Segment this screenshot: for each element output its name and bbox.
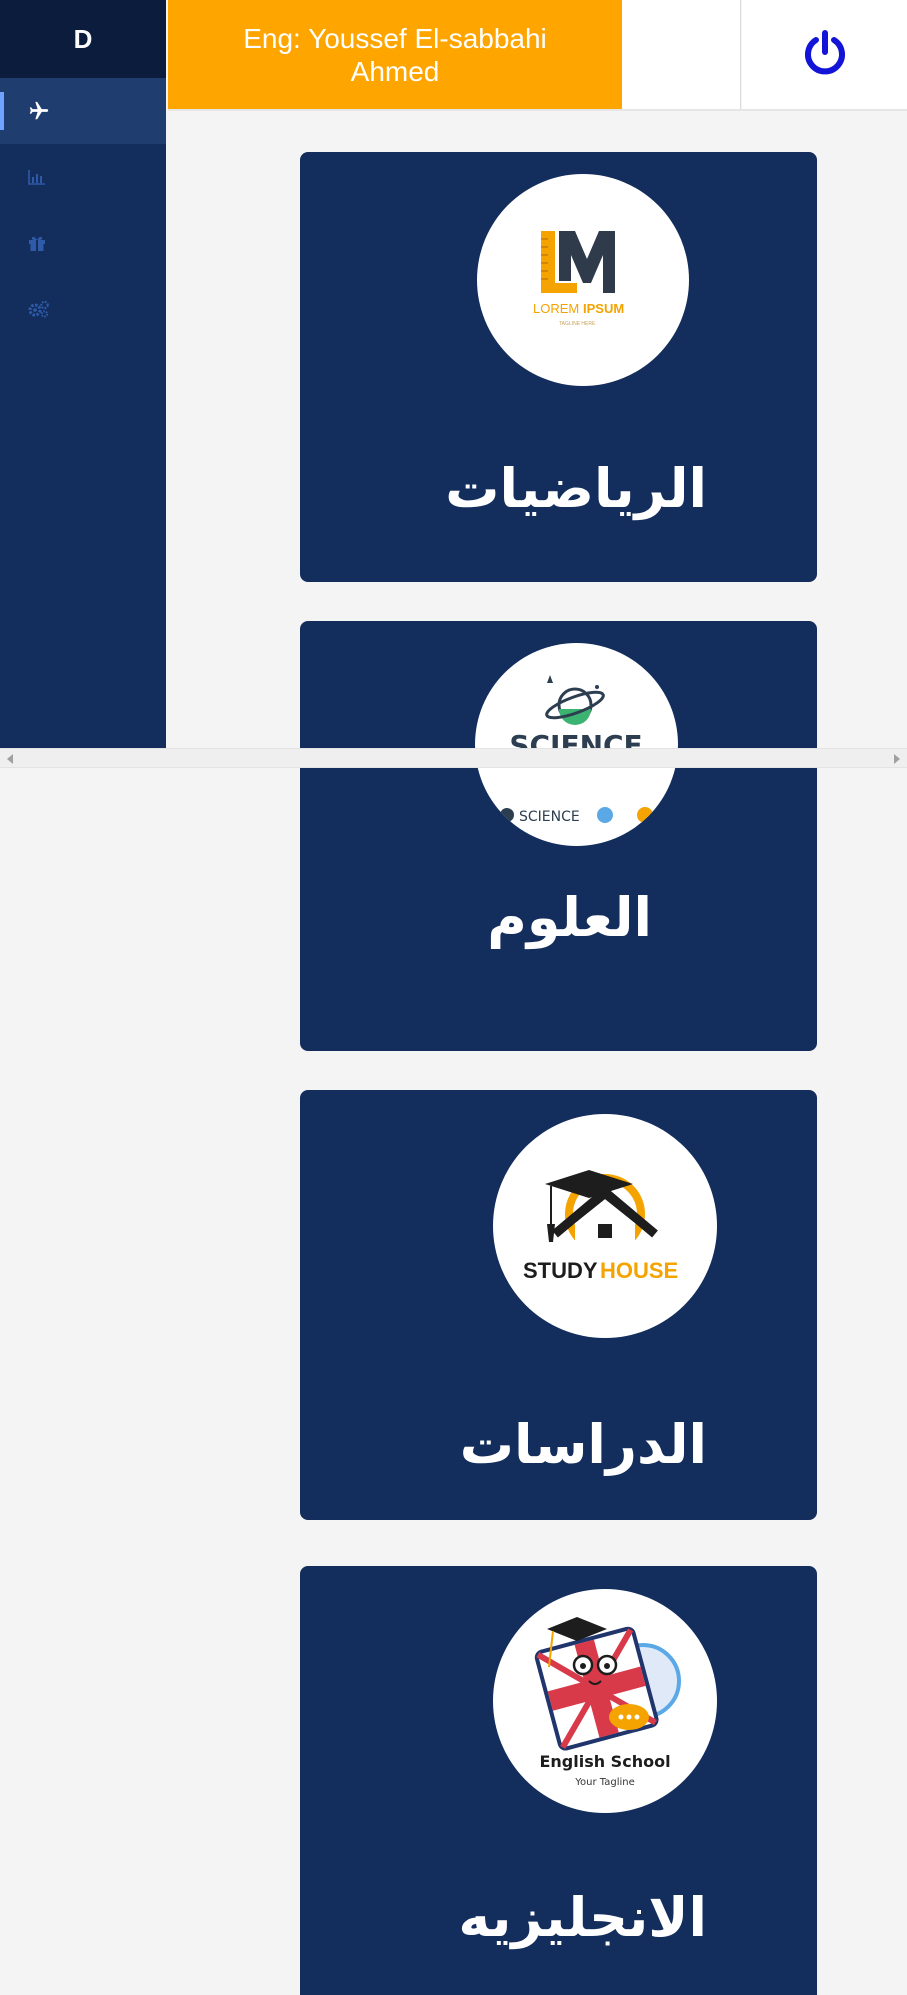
subject-card-studies[interactable]: STUDY HOUSE الدراسات <box>300 1090 817 1520</box>
plane-icon <box>28 100 50 122</box>
header-divider <box>168 109 907 111</box>
subject-card-science[interactable]: SCIENCE SCIENCE العلوم <box>300 621 817 1051</box>
sidebar-brand[interactable]: D <box>0 0 166 78</box>
scroll-right-arrow-icon[interactable] <box>894 754 900 764</box>
card-title: الرياضيات <box>445 457 707 520</box>
math-logo-text-right: IPSUM <box>583 301 624 316</box>
science-logo-subtext: SCIENCE <box>519 809 580 825</box>
scroll-left-arrow-icon[interactable] <box>7 754 13 764</box>
math-logo: LOREM IPSUM TAGLINE HERE <box>477 174 689 386</box>
math-logo-tagline: TAGLINE HERE <box>559 321 596 327</box>
sidebar-item-gifts[interactable] <box>0 210 166 276</box>
header-spacer <box>622 0 741 109</box>
card-title: الدراسات <box>459 1413 707 1476</box>
logout-button[interactable] <box>742 0 907 109</box>
chart-icon <box>28 169 46 185</box>
subject-card-math[interactable]: LOREM IPSUM TAGLINE HERE الرياضيات <box>300 152 817 582</box>
card-title: الانجليزيه <box>458 1886 707 1949</box>
sidebar-item-flights[interactable] <box>0 78 166 144</box>
user-name-banner: Eng: Youssef El-sabbahi Ahmed <box>168 0 622 109</box>
subject-card-english[interactable]: English School Your Tagline الانجليزيه <box>300 1566 817 1995</box>
user-name: Eng: Youssef El-sabbahi Ahmed <box>243 22 547 87</box>
english-school-logo: English School Your Tagline <box>493 1589 717 1813</box>
gift-icon <box>28 234 46 252</box>
horizontal-scrollbar[interactable] <box>0 748 907 768</box>
science-logo: SCIENCE SCIENCE <box>475 643 678 846</box>
sidebar: D <box>0 0 166 748</box>
math-logo-text-left: LOREM <box>533 301 579 316</box>
power-icon <box>801 28 849 81</box>
cogs-icon <box>28 300 50 318</box>
english-school-tagline: Your Tagline <box>574 1777 635 1788</box>
card-title: العلوم <box>487 886 652 949</box>
studyhouse-text-right: HOUSE <box>600 1258 678 1283</box>
studyhouse-text-left: STUDY <box>523 1258 598 1283</box>
sidebar-item-reports[interactable] <box>0 144 166 210</box>
studyhouse-logo: STUDY HOUSE <box>493 1114 717 1338</box>
sidebar-item-settings[interactable] <box>0 276 166 342</box>
english-school-text: English School <box>539 1752 670 1771</box>
